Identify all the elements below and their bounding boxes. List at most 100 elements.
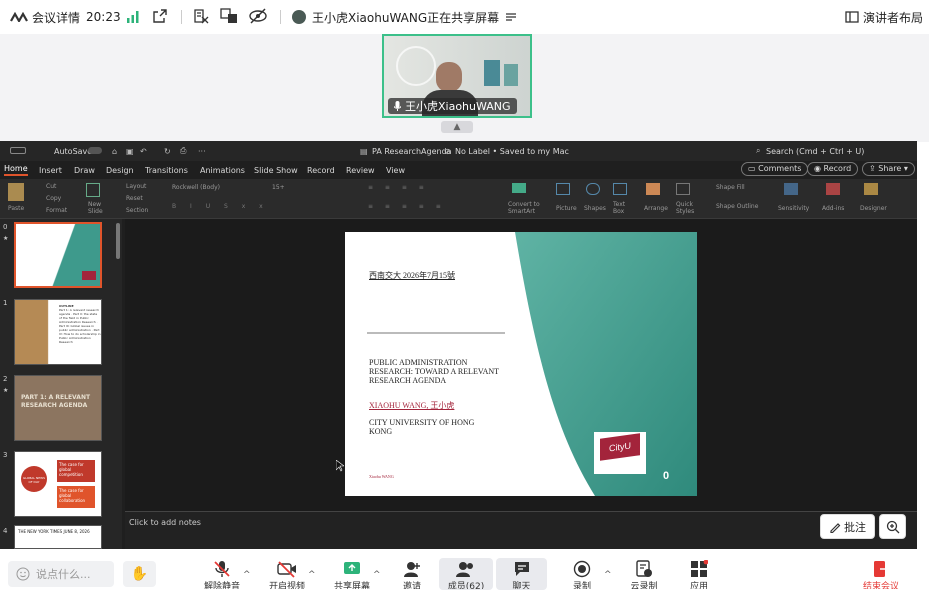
star-icon: ★: [3, 387, 9, 394]
undo-icon[interactable]: ↶: [140, 147, 147, 156]
cityu-logo-mini: [82, 271, 96, 280]
zoom-button[interactable]: [879, 514, 906, 539]
quick-styles-icon[interactable]: [676, 183, 690, 195]
search-box[interactable]: Search (Cmd + Ctrl + U): [766, 147, 864, 156]
shape-outline-button[interactable]: Shape Outline: [716, 203, 758, 210]
slide-thumbnail-1[interactable]: OUTLINE Part 1: A relevant research agen…: [14, 299, 102, 365]
designer-icon[interactable]: [864, 183, 878, 195]
invite-button[interactable]: 邀请: [392, 560, 432, 589]
list-icon[interactable]: [505, 12, 517, 22]
translate-icon[interactable]: [220, 8, 238, 24]
tab-review[interactable]: Review: [346, 166, 375, 175]
participant-video[interactable]: 王小虎XiaohuWANG: [382, 34, 532, 118]
meeting-time: 20:23: [86, 10, 121, 24]
slide-affiliation: CITY UNIVERSITY OF HONG KONG: [369, 418, 475, 436]
chat-button[interactable]: 聊天: [496, 560, 547, 589]
list-format-icons[interactable]: ≡ ≡ ≡ ≡: [368, 184, 429, 191]
sidebar-toggle-icon[interactable]: [10, 147, 26, 154]
shape-fill-button[interactable]: Shape Fill: [716, 184, 745, 191]
external-window-icon[interactable]: [153, 9, 167, 23]
annotate-button[interactable]: 批注: [820, 514, 875, 539]
meeting-details-button[interactable]: 会议详情: [10, 9, 80, 26]
comments-button[interactable]: ▭ Comments: [741, 162, 809, 176]
tab-view[interactable]: View: [386, 166, 405, 175]
slide-thumbnail-2[interactable]: PART 1: A RELEVANT RESEARCH AGENDA: [14, 375, 102, 441]
tab-record[interactable]: Record: [307, 166, 335, 175]
notes-pane[interactable]: Click to add notes: [125, 511, 917, 549]
rail-scrollbar[interactable]: [116, 223, 120, 259]
raise-hand-button[interactable]: ✋: [123, 561, 156, 587]
shapes-icon[interactable]: [586, 183, 600, 195]
record-icon: ◉: [814, 164, 824, 173]
picture-label: Picture: [556, 205, 577, 212]
ppt-titlebar: AutoSave ⌂ ▣ ↶ ↻ ⎙ ··· ▤ PA ResearchAgen…: [0, 141, 917, 161]
sensitivity-icon[interactable]: [784, 183, 798, 195]
font-format-icons[interactable]: B I U S x x: [172, 203, 269, 210]
collapse-video-button[interactable]: ▲: [441, 121, 473, 133]
addins-icon[interactable]: [826, 183, 840, 195]
invite-label: 邀请: [402, 582, 421, 589]
arrange-icon[interactable]: [646, 183, 660, 195]
textbox-label: Text Box: [613, 201, 626, 215]
print-icon[interactable]: ⎙: [180, 146, 186, 156]
more-icon[interactable]: ···: [198, 147, 206, 156]
tab-home[interactable]: Home: [4, 164, 28, 176]
noise-cancel-icon[interactable]: [193, 8, 209, 24]
thumb-title: PART 1: A RELEVANT RESEARCH AGENDA: [21, 394, 91, 409]
record-label: 录制: [572, 582, 591, 589]
textbox-icon[interactable]: [613, 183, 627, 195]
paste-icon[interactable]: [8, 183, 24, 201]
share-button[interactable]: ⇪ Share ▾: [862, 162, 915, 176]
chevron-up-icon[interactable]: ^: [373, 570, 381, 580]
tab-insert[interactable]: Insert: [39, 166, 62, 175]
hide-icon[interactable]: [249, 8, 267, 24]
redo-icon[interactable]: ↻: [164, 147, 171, 156]
slide-author: XIAOHU WANG, 王小虎: [369, 401, 455, 410]
apps-button[interactable]: 应用: [679, 559, 719, 589]
font-family-select[interactable]: Rockwell (Body): [172, 184, 220, 191]
members-button[interactable]: 成员(62): [439, 560, 493, 589]
addins-label: Add-ins: [822, 205, 845, 212]
chevron-up-icon[interactable]: ^: [308, 570, 316, 580]
slide-thumbnail-3[interactable]: GLOBAL NEWS OF DAY The case for global c…: [14, 451, 102, 517]
end-meeting-button[interactable]: 结束会议: [852, 560, 910, 589]
tab-transitions[interactable]: Transitions: [145, 166, 188, 175]
camera-off-icon: [277, 561, 296, 578]
label-status[interactable]: No Label • Saved to my Mac: [455, 147, 569, 156]
chevron-up-icon[interactable]: ^: [243, 570, 251, 580]
chevron-up-icon[interactable]: ^: [604, 570, 612, 580]
unmute-button[interactable]: 解除静音: [198, 560, 246, 589]
autosave-toggle[interactable]: [88, 147, 102, 154]
tab-design[interactable]: Design: [106, 166, 134, 175]
copy-button[interactable]: Copy: [46, 195, 61, 202]
layout-dropdown[interactable]: Layout: [126, 183, 146, 190]
picture-icon[interactable]: [556, 183, 570, 195]
home-icon[interactable]: ⌂: [112, 147, 117, 156]
layout-button[interactable]: 演讲者布局: [845, 9, 923, 26]
tab-draw[interactable]: Draw: [74, 166, 95, 175]
format-painter-button[interactable]: Format: [46, 207, 67, 214]
chat-input[interactable]: 说点什么...: [8, 561, 114, 587]
comments-label: Comments: [758, 164, 802, 173]
slide-thumbnail-4[interactable]: THE NEW YORK TIMES JUNE 8, 2026: [14, 525, 102, 549]
reset-button[interactable]: Reset: [126, 195, 143, 202]
save-icon[interactable]: ▣: [126, 147, 134, 156]
record-meeting-button[interactable]: 录制: [562, 560, 602, 589]
video-button[interactable]: 开启视频: [263, 560, 311, 589]
new-slide-icon[interactable]: [86, 183, 100, 197]
smartart-icon[interactable]: [512, 183, 526, 193]
chat-label: 聊天: [512, 582, 531, 589]
align-icons[interactable]: ≡ ≡ ≡ ≡ ≡: [368, 203, 446, 210]
tab-animations[interactable]: Animations: [200, 166, 245, 175]
tab-slide-show[interactable]: Slide Show: [254, 166, 298, 175]
cut-button[interactable]: Cut: [46, 183, 56, 190]
font-size-select[interactable]: 15+: [272, 184, 285, 191]
end-meeting-label: 结束会议: [862, 582, 899, 589]
chat-icon: [514, 562, 529, 576]
slide-thumbnail-0[interactable]: [14, 222, 102, 288]
share-screen-button[interactable]: 共享屏幕: [328, 560, 376, 589]
section-dropdown[interactable]: Section: [126, 207, 148, 214]
current-slide[interactable]: 西南交大 2026年7月15號 PUBLIC ADMINISTRATION RE…: [345, 232, 697, 496]
cloud-record-button[interactable]: 云录制: [620, 560, 668, 589]
record-button[interactable]: ◉ Record: [807, 162, 859, 176]
